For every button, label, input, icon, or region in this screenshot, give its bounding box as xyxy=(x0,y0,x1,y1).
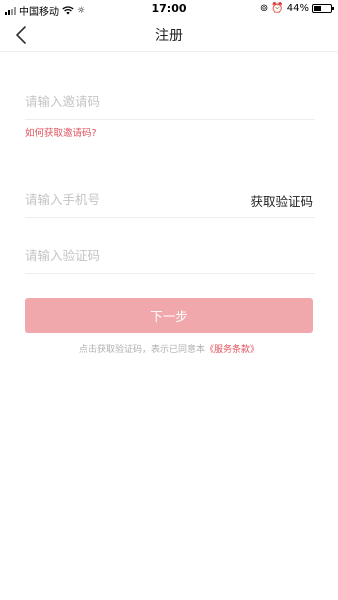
invite-code-input[interactable] xyxy=(25,84,225,118)
battery-icon xyxy=(312,4,334,13)
next-button[interactable]: 下一步 xyxy=(25,298,313,333)
invite-help-link[interactable]: 如何获取邀请码? xyxy=(25,125,97,139)
agreement-text: 点击获取验证码，表示已同意本《服务条款》 xyxy=(0,342,338,355)
verification-code-input[interactable] xyxy=(25,238,225,272)
status-bar: 中国移动 ☼ 17:00 ⊚ ⏰ 44% xyxy=(0,0,338,18)
code-row xyxy=(25,238,315,274)
get-code-button[interactable]: 获取验证码 xyxy=(250,191,313,210)
page-title: 注册 xyxy=(155,28,183,44)
agreement-label: 点击获取验证码，表示已同意本 xyxy=(78,345,205,355)
phone-row: 获取验证码 xyxy=(25,182,315,218)
terms-link[interactable]: 《服务条款》 xyxy=(205,345,259,355)
nav-bar: 注册 xyxy=(0,18,338,52)
phone-input[interactable] xyxy=(25,182,225,216)
register-screen: 中国移动 ☼ 17:00 ⊚ ⏰ 44% 注册 如何 xyxy=(0,0,338,600)
invite-code-row xyxy=(25,84,315,120)
orientation-lock-icon: ⊚ xyxy=(259,3,269,14)
battery-fill xyxy=(314,6,321,11)
alarm-icon: ⏰ xyxy=(271,3,284,14)
status-right: ⊚ ⏰ 44% xyxy=(259,3,334,14)
battery-percent: 44% xyxy=(286,3,309,14)
